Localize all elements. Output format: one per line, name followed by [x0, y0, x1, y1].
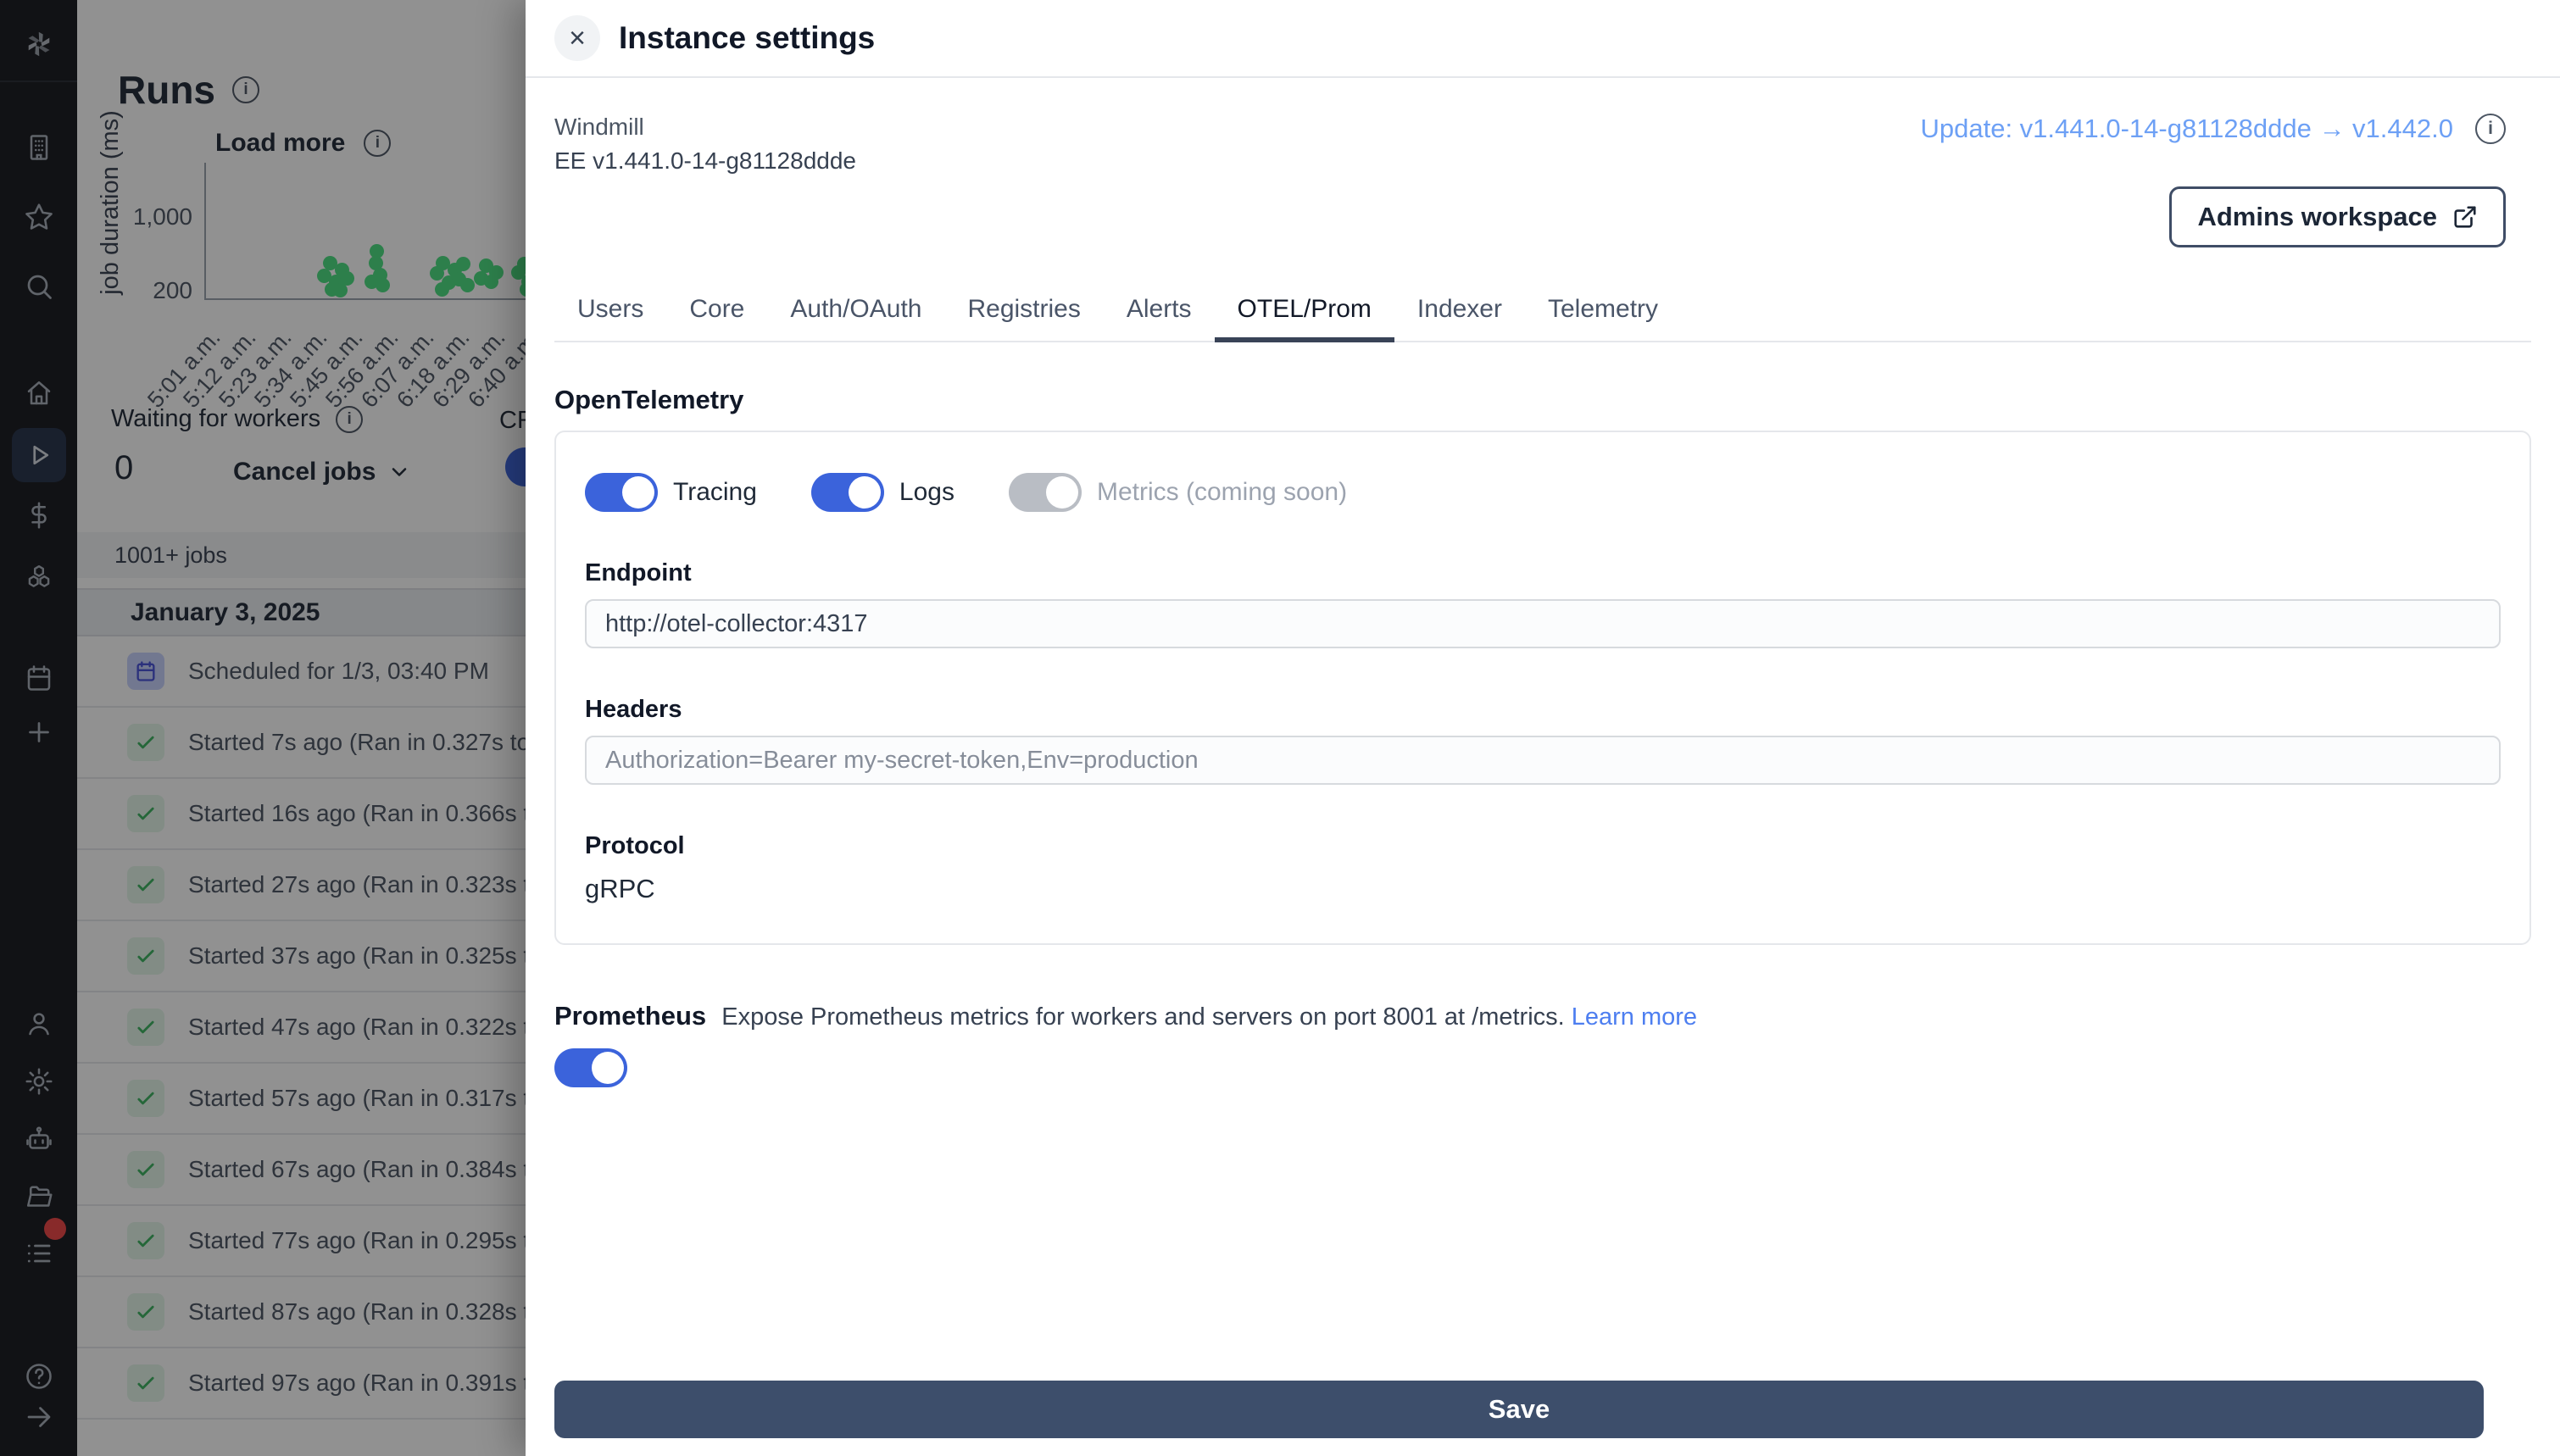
version-block: Windmill EE v1.441.0-14-g81128ddde: [554, 114, 856, 175]
prometheus-title: Prometheus: [554, 1001, 707, 1031]
modal-title: Instance settings: [619, 20, 876, 55]
screen: Runs Load more job duration (ms) 1,000 2…: [0, 0, 2560, 1456]
prometheus-line: Prometheus Expose Prometheus metrics for…: [554, 1001, 2531, 1031]
toggle-knob: [848, 476, 881, 508]
tab-alerts[interactable]: Alerts: [1104, 286, 1215, 341]
modal-header: × Instance settings: [526, 0, 2560, 78]
tab-auth-oauth[interactable]: Auth/OAuth: [767, 286, 944, 341]
logs-toggle[interactable]: [810, 473, 884, 512]
prometheus-block: Prometheus Expose Prometheus metrics for…: [554, 1001, 2531, 1087]
admins-workspace-label: Admins workspace: [2197, 202, 2437, 231]
learn-more-link[interactable]: Learn more: [1572, 1003, 1697, 1031]
settings-tabs: Users Core Auth/OAuth Registries Alerts OTEL/…: [554, 286, 2531, 342]
toggle-label: Logs: [899, 478, 954, 506]
endpoint-label: Endpoint: [585, 559, 692, 586]
tab-registries[interactable]: Registries: [944, 286, 1103, 341]
close-button[interactable]: ×: [554, 15, 600, 61]
otel-card: Tracing Logs Metrics (coming soon) Endpoin…: [554, 431, 2531, 945]
toggle-knob: [1045, 476, 1078, 508]
version-row: Windmill EE v1.441.0-14-g81128ddde Updat…: [554, 78, 2531, 175]
headers-input[interactable]: [585, 736, 2501, 785]
protocol-value: gRPC: [585, 874, 655, 903]
protocol-label: Protocol: [585, 832, 685, 859]
prometheus-toggle[interactable]: [554, 1048, 627, 1087]
external-link-icon: [2454, 206, 2476, 228]
tab-indexer[interactable]: Indexer: [1394, 286, 1525, 341]
prometheus-description: Expose Prometheus metrics for workers an…: [721, 1003, 1565, 1031]
tab-users[interactable]: Users: [554, 286, 666, 341]
tracing-toggle[interactable]: [585, 473, 658, 512]
toggle-label: Metrics (coming soon): [1096, 478, 1348, 506]
update-link[interactable]: Update: v1.441.0-14-g81128ddde → v1.442.…: [1920, 114, 2453, 144]
toggle-group-logs: Logs: [810, 473, 954, 512]
toggle-knob: [592, 1052, 624, 1084]
otel-toggles: Tracing Logs Metrics (coming soon): [585, 473, 2501, 512]
info-icon[interactable]: [2475, 114, 2506, 144]
metrics-coming-soon--toggle: [1008, 473, 1082, 512]
admins-row: Admins workspace: [554, 186, 2531, 247]
toggle-label: Tracing: [673, 478, 757, 506]
headers-label: Headers: [585, 696, 682, 723]
modal-body: Windmill EE v1.441.0-14-g81128ddde Updat…: [526, 78, 2560, 1456]
tab-core[interactable]: Core: [666, 286, 767, 341]
toggle-knob: [622, 476, 654, 508]
instance-settings-modal: × Instance settings Windmill EE v1.441.0…: [526, 0, 2560, 1456]
toggle-group-tracing: Tracing: [585, 473, 757, 512]
edition-version: EE v1.441.0-14-g81128ddde: [554, 147, 856, 174]
otel-section-title: OpenTelemetry: [554, 385, 744, 414]
tab-otel-prom[interactable]: OTEL/Prom: [1214, 286, 1394, 342]
admins-workspace-button[interactable]: Admins workspace: [2169, 186, 2506, 247]
update-wrap: Update: v1.441.0-14-g81128ddde → v1.442.…: [1920, 114, 2531, 144]
app-name: Windmill: [554, 114, 644, 140]
endpoint-input[interactable]: [585, 599, 2501, 648]
toggle-group-metrics-coming-soon-: Metrics (coming soon): [1008, 473, 1348, 512]
save-button[interactable]: Save: [554, 1381, 2484, 1438]
tab-telemetry[interactable]: Telemetry: [1525, 286, 1681, 341]
